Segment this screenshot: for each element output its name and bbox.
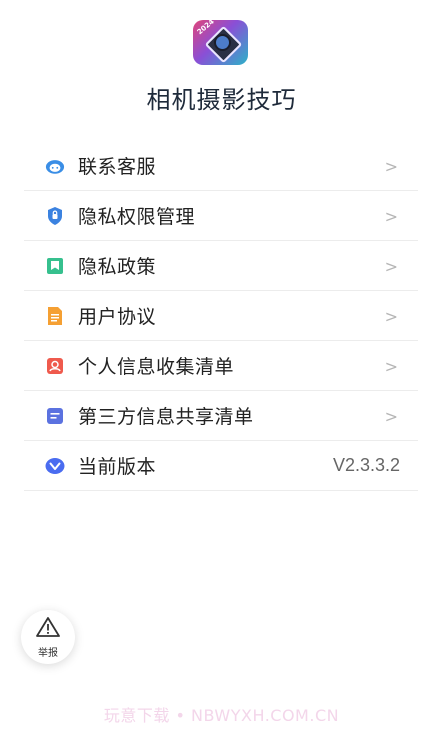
chevron-right-icon: > (384, 257, 398, 276)
chevron-right-icon: > (384, 207, 398, 226)
report-label: 举报 (38, 647, 58, 659)
report-button[interactable]: 举报 (21, 610, 75, 664)
menu-item-label: 个人信息收集清单 (78, 356, 235, 378)
person-card-icon (45, 356, 65, 376)
warning-icon (35, 616, 61, 642)
version-value: V2.3.3.2 (332, 455, 400, 475)
settings-menu: 联系客服 > 隐私权限管理 > 隐私政策 > 用户协议 > 个人信息收集清单 >… (24, 141, 418, 491)
customer-service-icon (45, 156, 65, 176)
app-title: 相机摄影技巧 (146, 86, 297, 114)
lens-eye (214, 34, 231, 51)
document-icon (45, 306, 65, 326)
menu-item-label: 用户协议 (78, 306, 157, 328)
chevron-right-icon: > (384, 307, 398, 326)
menu-item-privacy-permissions[interactable]: 隐私权限管理 > (24, 191, 418, 241)
chevron-right-icon: > (384, 157, 398, 176)
menu-item-label: 隐私政策 (78, 256, 157, 278)
menu-item-label: 当前版本 (78, 456, 157, 478)
list-doc-icon (45, 406, 65, 426)
chevron-right-icon: > (384, 357, 398, 376)
version-icon (45, 456, 65, 476)
bookmark-icon (45, 256, 65, 276)
menu-item-third-party-sharing[interactable]: 第三方信息共享清单 > (24, 391, 418, 441)
app-logo: 2024 (193, 20, 248, 65)
menu-item-current-version[interactable]: 当前版本 V2.3.3.2 (24, 441, 418, 491)
menu-item-label: 隐私权限管理 (78, 206, 196, 228)
menu-item-contact-service[interactable]: 联系客服 > (24, 141, 418, 191)
shield-icon (45, 206, 65, 226)
watermark: 玩意下载 • NBWYXH.COM.CN (103, 706, 340, 725)
menu-item-label: 联系客服 (78, 156, 157, 178)
chevron-right-icon: > (384, 407, 398, 426)
menu-item-personal-info-list[interactable]: 个人信息收集清单 > (24, 341, 418, 391)
menu-item-privacy-policy[interactable]: 隐私政策 > (24, 241, 418, 291)
menu-item-user-agreement[interactable]: 用户协议 > (24, 291, 418, 341)
menu-item-label: 第三方信息共享清单 (78, 406, 254, 428)
logo-tag: 2024 (195, 20, 216, 37)
